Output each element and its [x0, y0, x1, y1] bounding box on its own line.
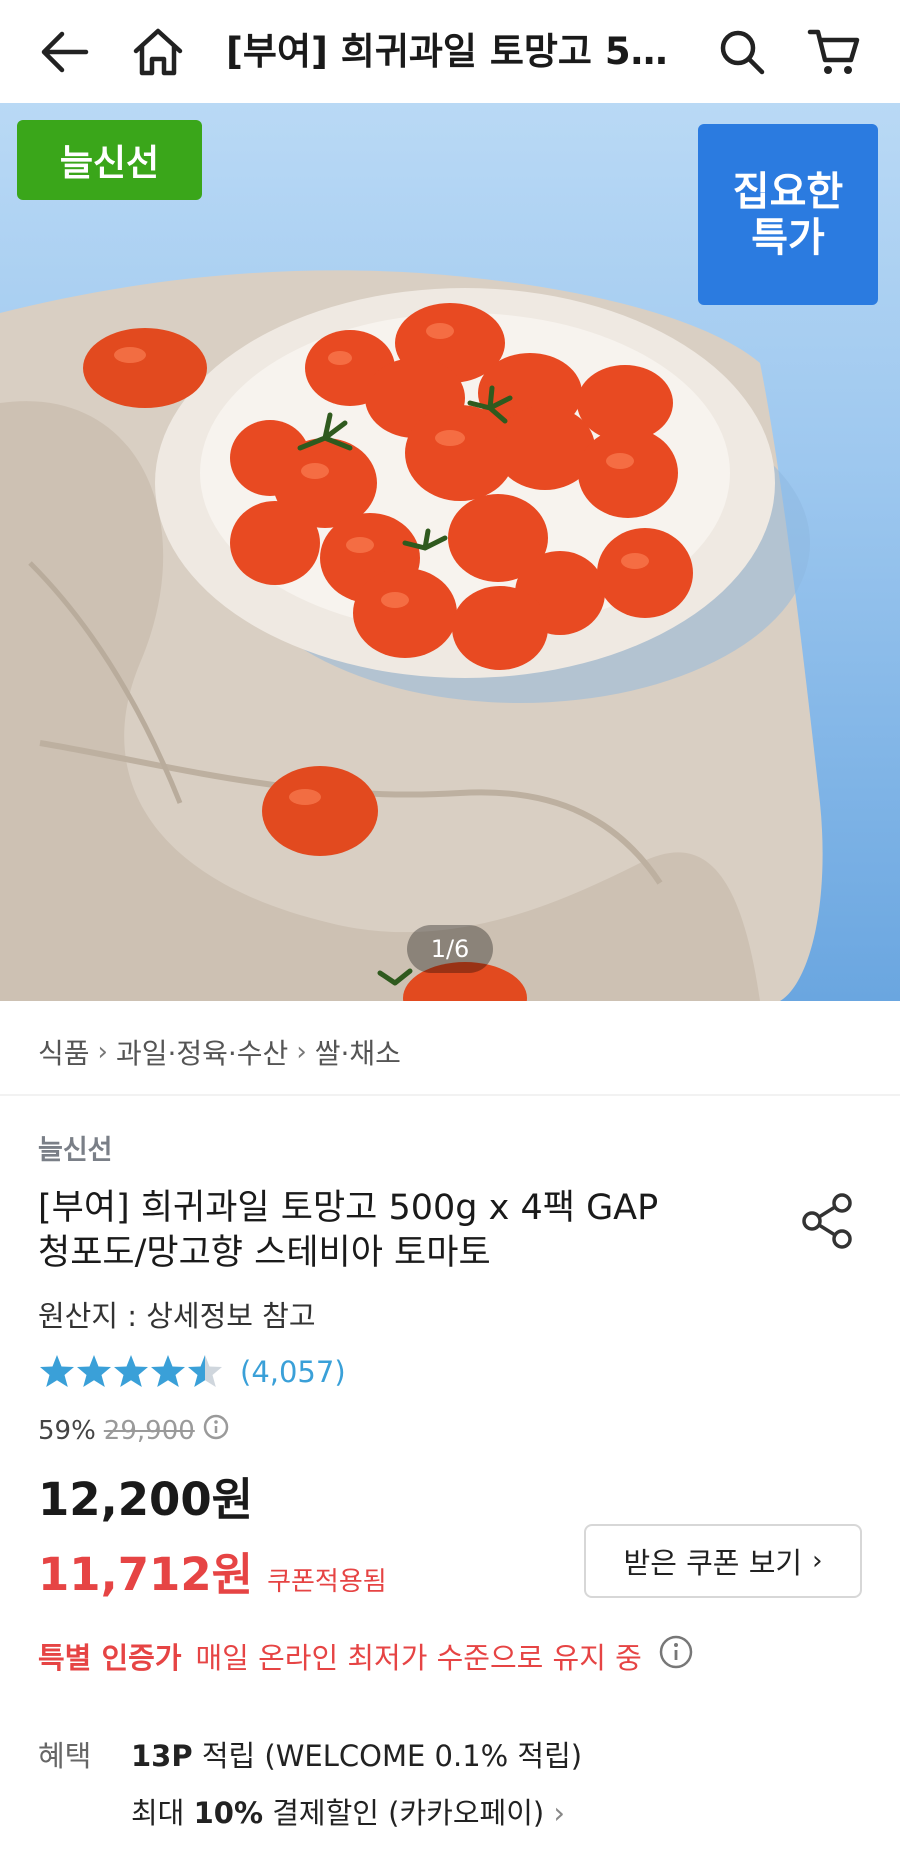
image-pager: 1/6	[407, 925, 493, 973]
payment-desc: 결제할인 (카카오페이)	[263, 1796, 545, 1830]
payment-prefix: 최대	[131, 1796, 194, 1830]
product-title: [부여] 희귀과일 토망고 500g x 4팩 GAP 청포도/망고향 스테비아…	[38, 1186, 718, 1276]
review-count[interactable]: (4,057)	[240, 1355, 346, 1389]
points-amount: 13P	[131, 1739, 193, 1773]
payment-discount-rate: 10%	[193, 1796, 264, 1830]
breadcrumb-item-rice[interactable]: 쌀·채소	[315, 1032, 401, 1072]
sale-price: 12,200원	[38, 1473, 254, 1526]
fresh-badge: 늘신선	[17, 120, 202, 200]
product-title-line1: [부여] 희귀과일 토망고 500g x 4팩 GAP	[38, 1188, 659, 1228]
deal-badge-line2: 특가	[751, 214, 825, 261]
chevron-right-icon: ›	[812, 1546, 823, 1576]
share-icon[interactable]	[800, 1191, 856, 1251]
view-coupons-label: 받은 쿠폰 보기	[623, 1546, 803, 1580]
points-benefit: 13P 적립 (WELCOME 0.1% 적립)	[131, 1733, 582, 1775]
home-icon[interactable]	[128, 22, 188, 82]
coupon-applied-label: 쿠폰적용됨	[267, 1567, 387, 1597]
rating[interactable]: (4,057)	[38, 1353, 346, 1391]
deal-badge-line1: 집요한	[732, 168, 844, 215]
chevron-right-icon: ›	[296, 1037, 307, 1067]
coupon-price: 11,712원	[38, 1548, 254, 1601]
star-icon	[40, 1355, 222, 1387]
cart-icon[interactable]	[804, 22, 864, 82]
original-price: 29,900	[103, 1415, 195, 1446]
star-rating	[38, 1353, 226, 1391]
special-deal-badge: 집요한 특가	[698, 124, 878, 305]
breadcrumb-item-food[interactable]: 식품	[38, 1032, 90, 1072]
breadcrumb: 식품 › 과일·정육·수산 › 쌀·채소	[38, 1030, 401, 1074]
payment-benefit[interactable]: 최대 10% 결제할인 (카카오페이) ›	[131, 1790, 565, 1832]
discount-row: 59% 29,900	[38, 1414, 229, 1447]
origin-info: 원산지 : 상세정보 참고	[38, 1299, 316, 1333]
info-icon[interactable]	[203, 1414, 229, 1447]
back-arrow-icon[interactable]	[34, 22, 94, 82]
view-coupons-button[interactable]: 받은 쿠폰 보기 ›	[584, 1524, 862, 1598]
special-price-label: 특별 인증가	[38, 1640, 182, 1675]
info-icon[interactable]	[658, 1634, 694, 1677]
chevron-right-icon: ›	[97, 1037, 108, 1067]
benefit-label: 혜택	[38, 1739, 92, 1773]
top-navigation-bar: [부여] 희귀과일 토망고 500g x 4팩 GAP 청포도/망고향 스테비아…	[0, 0, 900, 103]
section-divider	[0, 1094, 900, 1096]
points-desc: 적립 (WELCOME 0.1% 적립)	[192, 1739, 583, 1773]
page-title: [부여] 희귀과일 토망고 500g x 4팩 GAP 청포도/망고향 스테비아…	[226, 30, 678, 73]
search-icon[interactable]	[712, 22, 772, 82]
discount-rate: 59%	[38, 1415, 96, 1446]
special-price-row: 특별 인증가 매일 온라인 최저가 수준으로 유지 중	[38, 1634, 694, 1677]
breadcrumb-item-fruit[interactable]: 과일·정육·수산	[116, 1032, 288, 1072]
brand-name[interactable]: 늘신선	[38, 1128, 113, 1167]
chevron-right-icon: ›	[553, 1796, 566, 1830]
product-image-carousel[interactable]: 늘신선 집요한 특가 1/6	[0, 103, 900, 1001]
product-title-line2: 청포도/망고향 스테비아 토마토	[38, 1233, 491, 1273]
special-price-desc: 매일 온라인 최저가 수준으로 유지 중	[195, 1640, 642, 1675]
coupon-price-row: 11,712원 쿠폰적용됨	[38, 1538, 387, 1603]
